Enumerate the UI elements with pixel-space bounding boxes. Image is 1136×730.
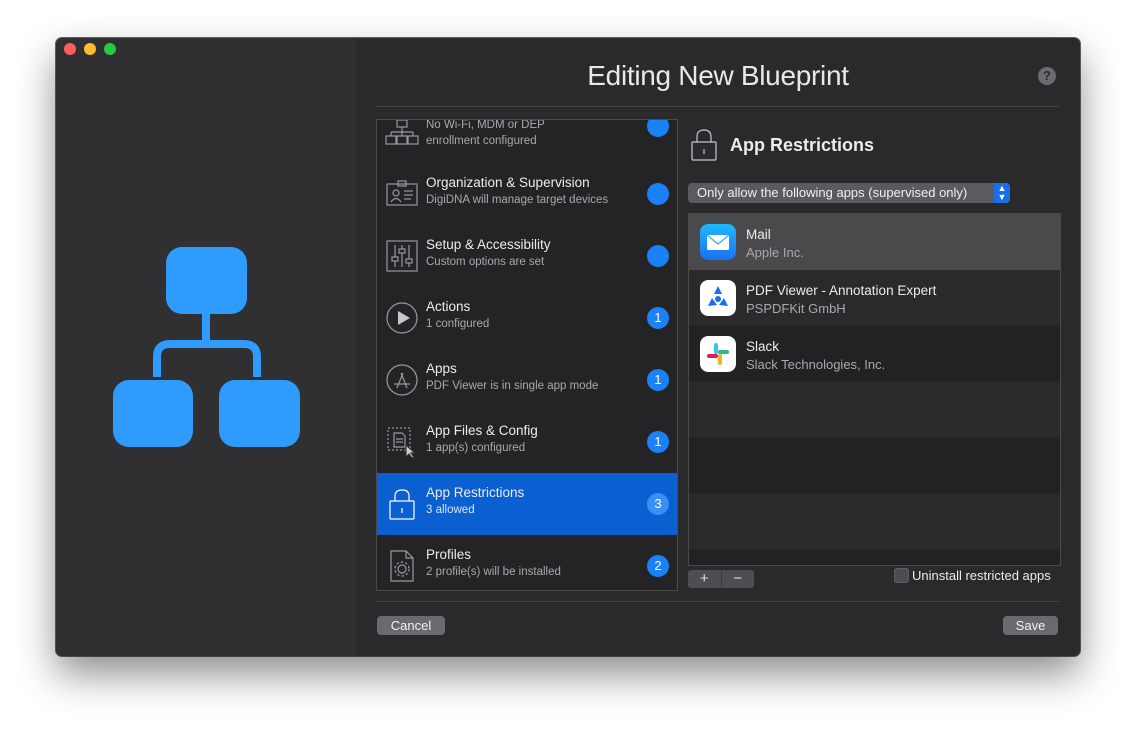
help-button[interactable]: ? <box>1038 67 1056 85</box>
section-item-setup[interactable]: Setup & Accessibility Custom options are… <box>377 225 677 287</box>
blueprint-hierarchy-icon <box>113 247 300 447</box>
section-item-app-files[interactable]: App Files & Config 1 app(s) configured 1 <box>377 411 677 473</box>
window-controls <box>64 43 116 55</box>
section-name: Organization & Supervision <box>426 175 590 190</box>
section-desc: 3 allowed <box>426 504 475 516</box>
section-item-app-restrictions[interactable]: App Restrictions 3 allowed 3 <box>377 473 677 535</box>
section-badge: 1 <box>647 431 669 453</box>
chevron-updown-icon: ▲ ▼ <box>994 183 1010 203</box>
pdf-viewer-icon <box>700 280 736 316</box>
app-name: Mail <box>746 227 771 242</box>
restrictions-title: App Restrictions <box>730 135 875 155</box>
section-name: Setup & Accessibility <box>426 237 551 252</box>
section-name: Apps <box>426 361 457 376</box>
profile-gear-icon <box>390 550 414 582</box>
section-badge <box>647 120 669 137</box>
app-row-pdf-viewer[interactable]: PDF Viewer - Annotation Expert PSPDFKit … <box>689 270 1060 326</box>
play-icon <box>386 302 418 334</box>
section-item-organization[interactable]: Organization & Supervision DigiDNA will … <box>377 163 677 225</box>
save-button[interactable]: Save <box>1003 616 1058 635</box>
section-badge: 3 <box>647 493 669 515</box>
section-item-profiles[interactable]: Profiles 2 profile(s) will be installed … <box>377 535 677 590</box>
zoom-window-button[interactable] <box>104 43 116 55</box>
section-desc: 1 configured <box>426 318 490 330</box>
lock-icon <box>389 489 415 520</box>
section-badge: 1 <box>647 369 669 391</box>
section-badge <box>647 183 669 205</box>
section-name: Actions <box>426 299 471 314</box>
uninstall-restricted-checkbox[interactable] <box>894 568 909 583</box>
app-row-slack[interactable]: Slack Slack Technologies, Inc. <box>689 326 1060 382</box>
minimize-window-button[interactable] <box>84 43 96 55</box>
empty-row <box>689 438 1060 494</box>
uninstall-restricted-label: Uninstall restricted apps <box>912 568 1051 583</box>
section-name: Profiles <box>426 547 472 562</box>
empty-row <box>689 494 1060 550</box>
section-desc: enrollment configured <box>426 135 537 147</box>
allowed-apps-list[interactable]: Mail Apple Inc. PDF Viewer - Annotation … <box>688 213 1061 566</box>
network-hierarchy-icon <box>385 120 419 145</box>
app-files-icon <box>387 427 417 459</box>
sliders-icon <box>386 240 418 272</box>
section-desc: DigiDNA will manage target devices <box>426 194 609 206</box>
cancel-button[interactable]: Cancel <box>377 616 445 635</box>
add-app-button[interactable]: + <box>688 570 722 588</box>
footer-divider <box>376 601 1059 602</box>
app-vendor: Slack Technologies, Inc. <box>746 357 886 372</box>
id-card-icon <box>386 180 418 206</box>
section-badge <box>647 245 669 267</box>
section-name: App Restrictions <box>426 485 525 500</box>
mail-icon <box>700 224 736 260</box>
slack-icon <box>700 336 736 372</box>
restriction-mode-select[interactable]: Only allow the following apps (supervise… <box>688 183 1010 203</box>
remove-app-button[interactable]: − <box>722 570 755 588</box>
window-title: Editing New Blueprint <box>587 60 849 91</box>
app-store-icon <box>386 364 418 396</box>
section-name: App Files & Config <box>426 423 538 438</box>
app-name: PDF Viewer - Annotation Expert <box>746 283 937 298</box>
app-row-mail[interactable]: Mail Apple Inc. <box>689 214 1060 270</box>
section-desc: Custom options are set <box>426 256 545 268</box>
app-vendor: Apple Inc. <box>746 245 804 260</box>
section-desc: PDF Viewer is in single app mode <box>426 380 599 392</box>
sections-list[interactable]: No Wi-Fi, MDM or DEP enrollment configur… <box>376 119 678 591</box>
close-window-button[interactable] <box>64 43 76 55</box>
empty-row <box>689 382 1060 438</box>
app-vendor: PSPDFKit GmbH <box>746 301 846 316</box>
section-item-actions[interactable]: Actions 1 configured 1 <box>377 287 677 349</box>
left-pane <box>56 38 356 656</box>
section-desc: 1 app(s) configured <box>426 442 526 454</box>
blueprint-window: Editing New Blueprint ? No Wi-Fi, MDM or… <box>56 38 1080 656</box>
restrictions-lock-icon <box>691 129 717 161</box>
empty-row <box>689 550 1060 565</box>
section-desc: 2 profile(s) will be installed <box>426 566 561 578</box>
app-name: Slack <box>746 339 780 354</box>
section-item-apps[interactable]: Apps PDF Viewer is in single app mode 1 <box>377 349 677 411</box>
add-remove-control: + − <box>688 570 754 588</box>
section-item-enrollment[interactable]: No Wi-Fi, MDM or DEP enrollment configur… <box>377 119 677 163</box>
section-badge: 2 <box>647 555 669 577</box>
section-desc: No Wi-Fi, MDM or DEP <box>426 119 545 131</box>
section-badge: 1 <box>647 307 669 329</box>
restriction-mode-value: Only allow the following apps (supervise… <box>697 185 968 200</box>
header-divider <box>376 106 1059 107</box>
